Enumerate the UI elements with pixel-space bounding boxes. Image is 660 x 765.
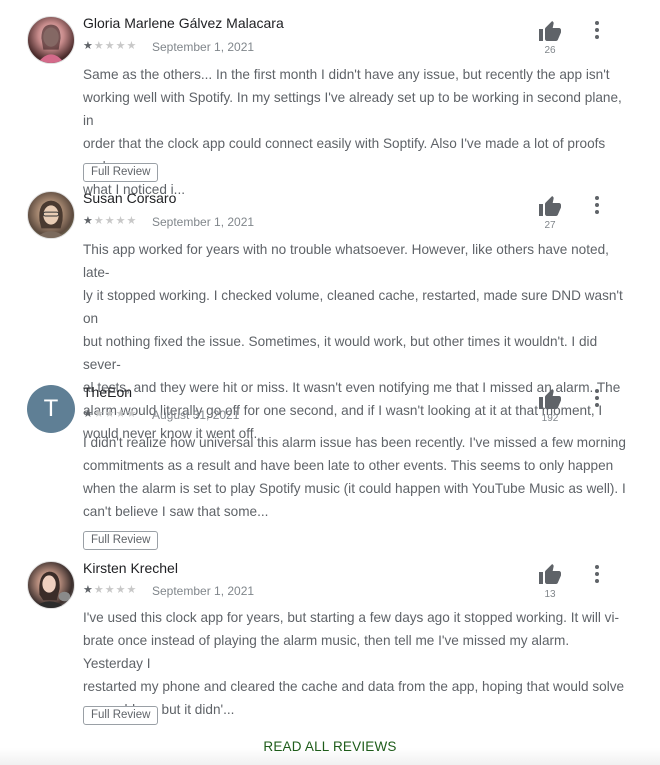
like-count: 192	[541, 413, 559, 424]
review-line: when the alarm is set to play Spotify mu…	[83, 481, 626, 496]
review-line: can't believe I saw that some...	[83, 504, 269, 519]
more-vertical-icon[interactable]	[589, 19, 605, 41]
thumb-up-icon[interactable]	[538, 20, 562, 44]
read-all-reviews-link[interactable]: READ ALL REVIEWS	[0, 739, 660, 754]
review-line: This app worked for years with no troubl…	[83, 242, 609, 280]
star-icon: ★★★★	[93, 40, 138, 52]
star-icon: ★★★★	[93, 215, 138, 227]
more-vertical-icon[interactable]	[589, 387, 605, 409]
thumb-up-icon[interactable]	[538, 563, 562, 587]
avatar-photo-icon	[35, 200, 67, 238]
review-date: September 1, 2021	[152, 584, 255, 598]
star-icon: ★	[83, 584, 94, 596]
review-line: I didn't realize how universal this alar…	[83, 435, 626, 450]
review-line: but nothing fixed the issue. Sometimes, …	[83, 334, 598, 372]
review-line: working well with Spotify. In my setting…	[83, 90, 622, 128]
thumb-up-icon[interactable]	[538, 195, 562, 219]
review-line: I've used this clock app for years, but …	[83, 610, 620, 625]
review-date: August 31, 2021	[152, 408, 240, 422]
avatar	[27, 561, 75, 609]
review-line: order that the clock app could connect e…	[83, 136, 606, 174]
avatar: T	[27, 385, 75, 433]
star-icon: ★	[83, 40, 94, 52]
like-count: 27	[544, 220, 556, 231]
star-rating: ★★★★★	[83, 407, 137, 420]
avatar-photo-icon	[33, 571, 71, 608]
star-icon: ★	[83, 408, 94, 420]
star-rating: ★★★★★	[83, 214, 137, 227]
like-count: 26	[544, 45, 556, 56]
avatar	[27, 191, 75, 239]
thumb-up-icon[interactable]	[538, 388, 562, 412]
review-line: commitments as a result and have been la…	[83, 458, 614, 473]
more-vertical-icon[interactable]	[589, 563, 605, 585]
full-review-button[interactable]: Full Review	[83, 163, 159, 182]
star-icon: ★★★★	[93, 408, 138, 420]
star-rating: ★★★★★	[83, 39, 137, 52]
avatar	[27, 16, 75, 64]
avatar-letter: T	[43, 395, 59, 422]
avatar-photo-icon	[37, 24, 65, 63]
reviewer-name: Gloria Marlene Gálvez Malacara	[83, 15, 284, 31]
review-date: September 1, 2021	[152, 40, 255, 54]
review-line: my problem, but it didn'...	[83, 702, 235, 717]
full-review-button[interactable]: Full Review	[83, 706, 159, 725]
reviewer-name: Susan Corsaro	[83, 190, 177, 206]
review-text: I didn't realize how universal this alar…	[83, 431, 628, 523]
review-date: September 1, 2021	[152, 215, 255, 229]
like-count: 13	[544, 589, 556, 600]
more-vertical-icon[interactable]	[589, 194, 605, 216]
review-line: ly it stopped working. I checked volume,…	[83, 288, 623, 326]
star-icon: ★	[83, 215, 94, 227]
review-line: restarted my phone and cleared the cache…	[83, 679, 625, 694]
star-rating: ★★★★★	[83, 583, 137, 596]
review-text: I've used this clock app for years, but …	[83, 606, 628, 721]
review-line: Same as the others... In the first month…	[83, 67, 610, 82]
reviewer-name: TheEon	[83, 384, 133, 400]
review-line: brate once instead of playing the alarm …	[83, 633, 570, 671]
star-icon: ★★★★	[93, 584, 138, 596]
reviewer-name: Kirsten Krechel	[83, 560, 178, 576]
review-text: Same as the others... In the first month…	[83, 63, 628, 201]
full-review-button[interactable]: Full Review	[83, 531, 159, 550]
